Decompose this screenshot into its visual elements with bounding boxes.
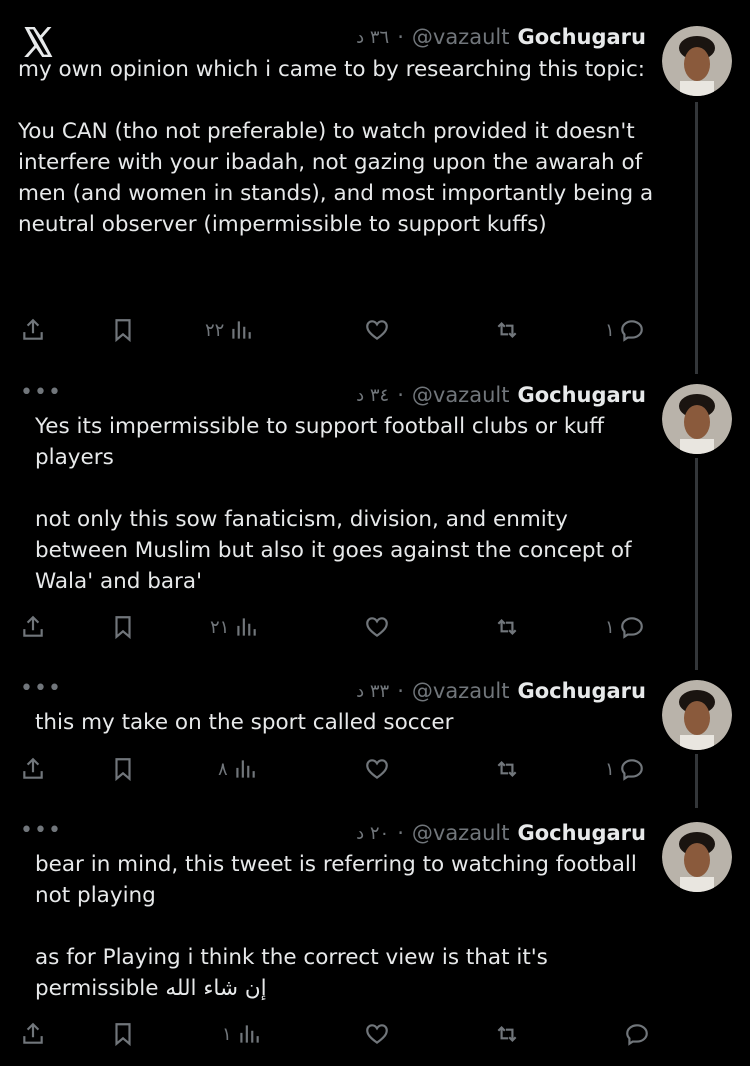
retweet-icon [497, 760, 517, 778]
reply-button[interactable]: ١ [605, 754, 645, 784]
share-button[interactable] [20, 1019, 46, 1049]
retweet-button[interactable] [494, 754, 520, 784]
display-name[interactable]: Gochugaru [517, 25, 646, 49]
views-count: ٨ [218, 758, 228, 780]
retweet-icon [497, 321, 517, 339]
tweet-header: ٣٣ د · @vazault Gochugaru [356, 677, 646, 705]
views-count: ١ [222, 1023, 232, 1045]
tweet-actions: ٢٢ ١ [20, 315, 650, 345]
more-options-button[interactable]: ••• [20, 676, 62, 701]
reply-button[interactable]: ١ [605, 315, 645, 345]
bookmark-icon [115, 1023, 131, 1047]
tweet-header: ٢٠ د · @vazault Gochugaru [356, 819, 646, 847]
reply-icon [626, 1024, 648, 1046]
bookmark-button[interactable] [110, 754, 136, 784]
retweet-button[interactable] [494, 315, 520, 345]
views-count: ٢٢ [205, 319, 225, 341]
tweet[interactable]: ••• ٣٣ د · @vazault Gochugaru this my ta… [0, 666, 750, 806]
avatar[interactable] [662, 822, 732, 892]
views-count: ٢١ [210, 616, 230, 638]
views-button[interactable]: ٢١ [210, 612, 259, 642]
avatar[interactable] [662, 26, 732, 96]
views-icon [236, 760, 255, 778]
tweet-actions: ٢١ ١ [20, 612, 650, 642]
like-button[interactable] [364, 1019, 390, 1049]
views-icon [232, 321, 252, 339]
heart-icon [366, 1024, 388, 1044]
timestamp[interactable]: ٢٠ د [356, 823, 389, 844]
user-handle[interactable]: @vazault [412, 679, 510, 703]
bookmark-button[interactable] [110, 315, 136, 345]
retweet-button[interactable] [494, 612, 520, 642]
bookmark-button[interactable] [110, 1019, 136, 1049]
tweet-actions: ٨ ١ [20, 754, 650, 784]
timestamp[interactable]: ٣٤ د [356, 385, 389, 406]
share-icon [23, 615, 43, 637]
separator-dot: · [397, 821, 404, 845]
tweet-actions: ١ [20, 1019, 650, 1049]
display-name[interactable]: Gochugaru [517, 821, 646, 845]
tweet-text: Yes its impermissible to support footbal… [35, 414, 632, 594]
reply-icon [620, 617, 643, 639]
tweet-text: my own opinion which i came to by resear… [18, 57, 654, 237]
bookmark-icon [115, 758, 131, 782]
tweet-text: this my take on the sport called soccer [35, 710, 454, 735]
user-handle[interactable]: @vazault [412, 383, 510, 407]
reply-count: ١ [605, 758, 615, 780]
like-button[interactable] [364, 315, 390, 345]
separator-dot: · [397, 383, 404, 407]
views-button[interactable]: ٨ [218, 754, 258, 784]
avatar[interactable] [662, 384, 732, 454]
timestamp[interactable]: ٣٣ د [356, 681, 389, 702]
share-icon [23, 757, 43, 779]
more-options-button[interactable]: ••• [20, 818, 62, 843]
share-button[interactable] [20, 754, 46, 784]
tweet[interactable]: ••• ٣٤ د · @vazault Gochugaru Yes its im… [0, 370, 750, 660]
views-button[interactable]: ١ [222, 1019, 262, 1049]
tweet-header: ٣٦ د · @vazault Gochugaru [356, 23, 646, 51]
user-handle[interactable]: @vazault [412, 25, 510, 49]
reply-button[interactable] [620, 1019, 650, 1049]
reply-button[interactable]: ١ [605, 612, 645, 642]
tweet-text: bear in mind, this tweet is referring to… [35, 852, 637, 1001]
share-button[interactable] [20, 315, 46, 345]
tweet-header: ٣٤ د · @vazault Gochugaru [356, 381, 646, 409]
timestamp[interactable]: ٣٦ د [356, 27, 389, 48]
heart-icon [366, 320, 388, 340]
like-button[interactable] [364, 612, 390, 642]
heart-icon [366, 617, 388, 637]
views-button[interactable]: ٢٢ [205, 315, 254, 345]
share-icon [23, 1022, 43, 1044]
tweet[interactable]: ٣٦ د · @vazault Gochugaru my own opinion… [0, 0, 750, 360]
display-name[interactable]: Gochugaru [517, 679, 646, 703]
reply-icon [620, 759, 643, 781]
more-options-button[interactable]: ••• [20, 380, 62, 405]
reply-icon [620, 320, 643, 342]
reply-count: ١ [605, 616, 615, 638]
retweet-icon [497, 618, 517, 636]
retweet-button[interactable] [494, 1019, 520, 1049]
retweet-icon [497, 1025, 517, 1043]
display-name[interactable]: Gochugaru [517, 383, 646, 407]
views-icon [237, 618, 257, 636]
bookmark-icon [115, 319, 131, 343]
like-button[interactable] [364, 754, 390, 784]
share-button[interactable] [20, 612, 46, 642]
heart-icon [366, 759, 388, 779]
avatar[interactable] [662, 680, 732, 750]
separator-dot: · [397, 25, 404, 49]
views-icon [240, 1025, 259, 1043]
tweet[interactable]: ••• ٢٠ د · @vazault Gochugaru bear in mi… [0, 808, 750, 1066]
separator-dot: · [397, 679, 404, 703]
bookmark-button[interactable] [110, 612, 136, 642]
user-handle[interactable]: @vazault [412, 821, 510, 845]
bookmark-icon [115, 616, 131, 640]
share-icon [23, 318, 43, 340]
reply-count: ١ [605, 319, 615, 341]
